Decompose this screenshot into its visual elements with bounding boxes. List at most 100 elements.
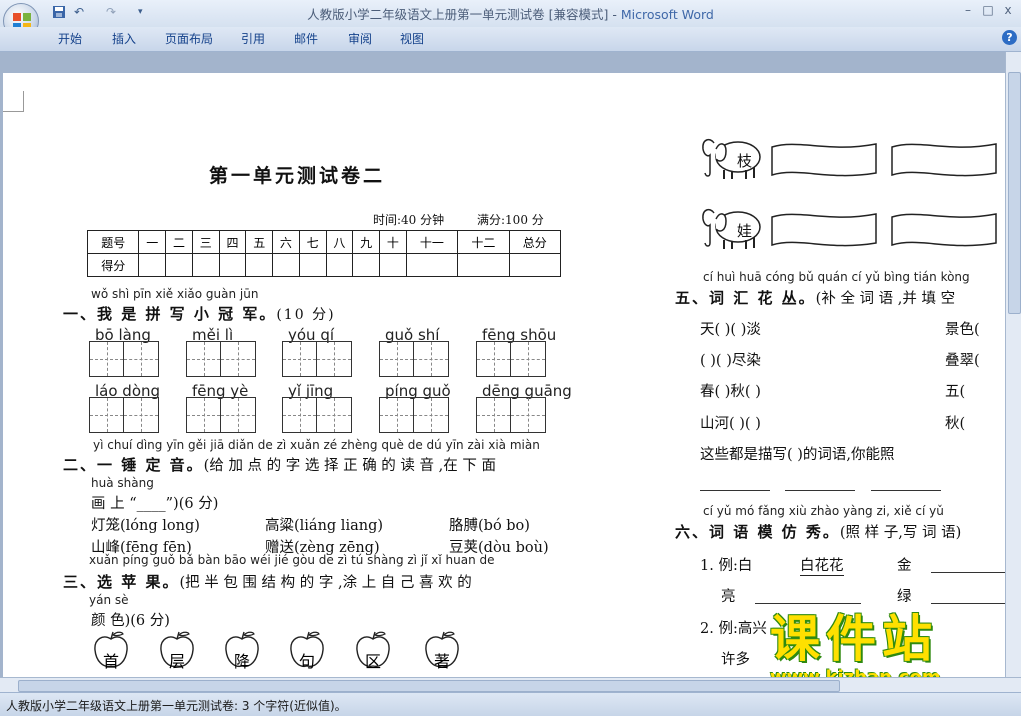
grid-cell[interactable] [283,398,317,432]
q5-row-left[interactable]: 山河( )( ) [700,412,761,433]
grid-cell[interactable] [221,398,255,432]
q1-writing-grid[interactable] [186,341,256,377]
score-cell[interactable] [379,253,407,277]
q1-writing-grid[interactable] [282,341,352,377]
close-button[interactable]: x [998,2,1018,18]
save-icon[interactable] [52,3,66,21]
q6-example-1-answer: 白花花 [800,554,844,576]
q5-row-right[interactable]: 秋( [945,412,965,433]
answer-blank[interactable] [785,489,855,491]
tab-references[interactable]: 引用 [241,30,265,47]
q1-writing-grid[interactable] [89,341,159,377]
score-header-cell: 二 [165,230,193,254]
q5-title-line: 五、词 汇 花 丛。(补 全 词 语 ,并 填 空 [675,289,956,307]
q6-example-2: 2. 例:高兴 [700,621,767,637]
tab-review[interactable]: 审阅 [348,30,372,47]
answer-blank[interactable] [700,489,770,491]
score-cell[interactable] [245,253,274,277]
q1-pinyin: wǒ shì pīn xiě xiǎo guàn jūn [91,287,259,301]
customize-qat-icon[interactable]: ▾ [138,3,143,21]
grid-cell[interactable] [187,342,221,376]
score-cell[interactable] [298,253,327,277]
apple-character: 句 [298,652,315,671]
tab-home[interactable]: 开始 [58,30,82,47]
answer-flag[interactable] [889,211,999,249]
redo-icon[interactable]: ↷ [106,3,116,21]
q1-writing-grid[interactable] [379,397,449,433]
answer-blank[interactable] [931,602,1005,604]
grid-cell[interactable] [511,398,545,432]
q1-writing-grid[interactable] [89,397,159,433]
q1-writing-grid[interactable] [476,341,546,377]
tab-view[interactable]: 视图 [400,30,424,47]
q2-title-line: 二、一 锤 定 音。(给 加 点 的 字 选 择 正 确 的 读 音 ,在 下 … [63,456,496,474]
document-page[interactable]: 第一单元测试卷二 时间:40 分钟 满分:100 分 题号一二三四五六七八九十十… [3,73,1005,677]
vertical-scrollbar[interactable] [1005,52,1021,677]
grid-cell[interactable] [317,398,351,432]
score-cell[interactable] [272,253,300,277]
q1-writing-grid[interactable] [282,397,352,433]
grid-cell[interactable] [511,342,545,376]
grid-cell[interactable] [380,398,414,432]
grid-cell[interactable] [414,398,448,432]
tab-page-layout[interactable]: 页面布局 [165,30,213,47]
grid-cell[interactable] [380,342,414,376]
maximize-button[interactable]: □ [978,2,998,18]
q5-row-left[interactable]: ( )( )尽染 [700,349,761,370]
q1-writing-grid[interactable] [186,397,256,433]
answer-flag[interactable] [889,141,999,179]
grid-cell[interactable] [90,398,124,432]
q2-item-2[interactable]: 高粱(liáng liang) [265,514,383,535]
q5-row-left[interactable]: 春( )秋( ) [700,380,761,401]
minimize-button[interactable]: – [958,2,978,18]
answer-flag[interactable] [769,141,879,179]
grid-cell[interactable] [317,342,351,376]
grid-cell[interactable] [414,342,448,376]
vertical-scroll-thumb[interactable] [1008,72,1021,314]
grid-cell[interactable] [124,342,158,376]
score-table: 题号一二三四五六七八九十十一 十二 总分 得分 [86,230,562,277]
horizontal-scrollbar[interactable] [0,677,1021,693]
score-cell[interactable] [191,253,220,277]
score-cell[interactable] [508,253,562,277]
grid-cell[interactable] [124,398,158,432]
score-cell[interactable] [405,253,459,277]
horizontal-scroll-thumb[interactable] [18,680,840,692]
score-cell[interactable] [457,253,510,277]
grid-cell[interactable] [283,342,317,376]
score-cell[interactable] [325,253,354,277]
q5-row-right[interactable]: 叠翠( [945,349,980,370]
tab-mailings[interactable]: 邮件 [294,30,318,47]
grid-cell[interactable] [477,342,511,376]
apple-character: 著 [433,652,450,671]
grid-cell[interactable] [187,398,221,432]
undo-icon[interactable]: ↶ [74,3,84,21]
score-cell[interactable] [218,253,247,277]
score-cell[interactable] [352,253,380,277]
answer-blank[interactable] [755,602,861,604]
score-row-label[interactable]: 得分 [86,253,140,277]
elephant-character: 娃 [737,222,753,240]
answer-blank[interactable] [931,571,1005,573]
score-cell[interactable] [165,253,193,277]
q5-row-right[interactable]: 景色( [945,318,980,339]
help-icon[interactable]: ? [1002,30,1017,45]
score-header-cell: 十一 [405,230,459,254]
q5-row-left[interactable]: 天( )( )淡 [700,318,761,339]
q1-writing-grid[interactable] [379,341,449,377]
q2-item-1[interactable]: 灯笼(lóng long) [91,514,200,535]
answer-flag[interactable] [769,211,879,249]
score-header-cell: 十二 [457,230,510,254]
q5-row-right[interactable]: 五( [945,380,965,401]
answer-blank[interactable] [871,489,941,491]
grid-cell[interactable] [221,342,255,376]
grid-cell[interactable] [90,342,124,376]
score-cell[interactable] [138,253,167,277]
tab-insert[interactable]: 插入 [112,30,136,47]
q2-line2: 画 上 “____”)(6 分) [91,496,219,512]
doc-title: 第一单元测试卷二 [209,165,386,187]
score-total-label: 满分:100 分 [477,213,544,227]
grid-cell[interactable] [477,398,511,432]
q2-item-3[interactable]: 胳膊(bó bo) [449,514,530,535]
q1-writing-grid[interactable] [476,397,546,433]
